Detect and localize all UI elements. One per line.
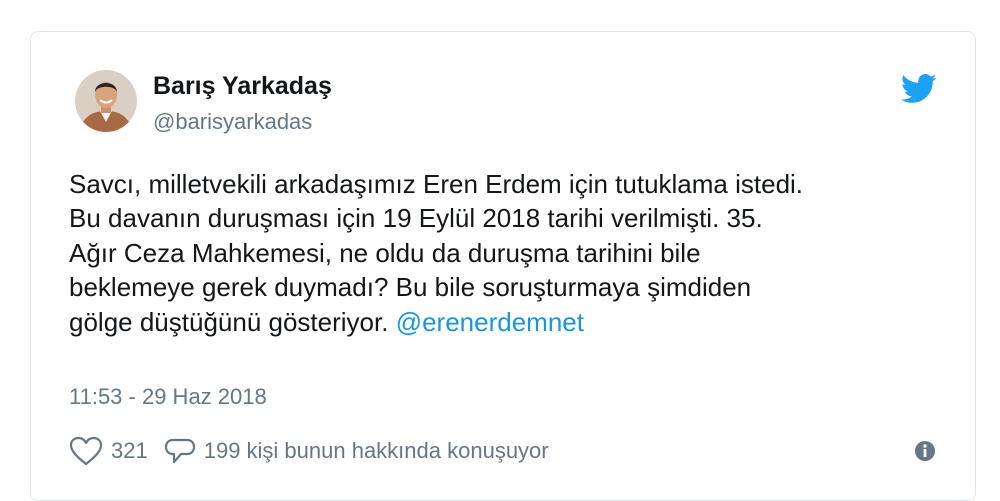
conversation-link[interactable]: 199 kişi bunun hakkında konuşuyor xyxy=(164,436,549,466)
tweet-card: Barış Yarkadaş @barisyarkadas Savcı, mil… xyxy=(30,31,976,501)
tweet-line: gölge düştüğünü gösteriyor. @erenerdemne… xyxy=(69,305,929,339)
tweet-line: beklemeye gerek duymadı? Bu bile soruştu… xyxy=(69,272,752,303)
twitter-bird-icon[interactable] xyxy=(901,74,937,104)
like-count: 321 xyxy=(111,438,148,463)
avatar[interactable] xyxy=(75,70,137,132)
mention-link[interactable]: @erenerdemnet xyxy=(396,307,584,337)
speech-bubble-icon xyxy=(164,438,195,464)
conversation-text: 199 kişi bunun hakkında konuşuyor xyxy=(203,438,549,463)
tweet-text: Savcı, milletvekili arkadaşımız Eren Erd… xyxy=(69,167,929,339)
tweet-line: Bu davanın duruşması için 19 Eylül 2018 … xyxy=(69,203,763,234)
heart-icon xyxy=(69,436,103,466)
tweet-line: Ağır Ceza Mahkemesi, ne oldu da duruşma … xyxy=(69,237,701,268)
action-bar: 321 199 kişi bunun hakkında konuşuyor xyxy=(69,434,549,468)
like-button[interactable]: 321 xyxy=(69,436,164,466)
author-display-name[interactable]: Barış Yarkadaş xyxy=(153,72,332,101)
tweet-line-text: gölge düştüğünü gösteriyor. xyxy=(69,306,389,337)
tweet-timestamp[interactable]: 11:53 - 29 Haz 2018 xyxy=(69,384,267,410)
author-screen-name[interactable]: @barisyarkadas xyxy=(153,109,312,135)
info-icon[interactable] xyxy=(914,440,936,462)
tweet-line: Savcı, milletvekili arkadaşımız Eren Erd… xyxy=(69,169,804,199)
